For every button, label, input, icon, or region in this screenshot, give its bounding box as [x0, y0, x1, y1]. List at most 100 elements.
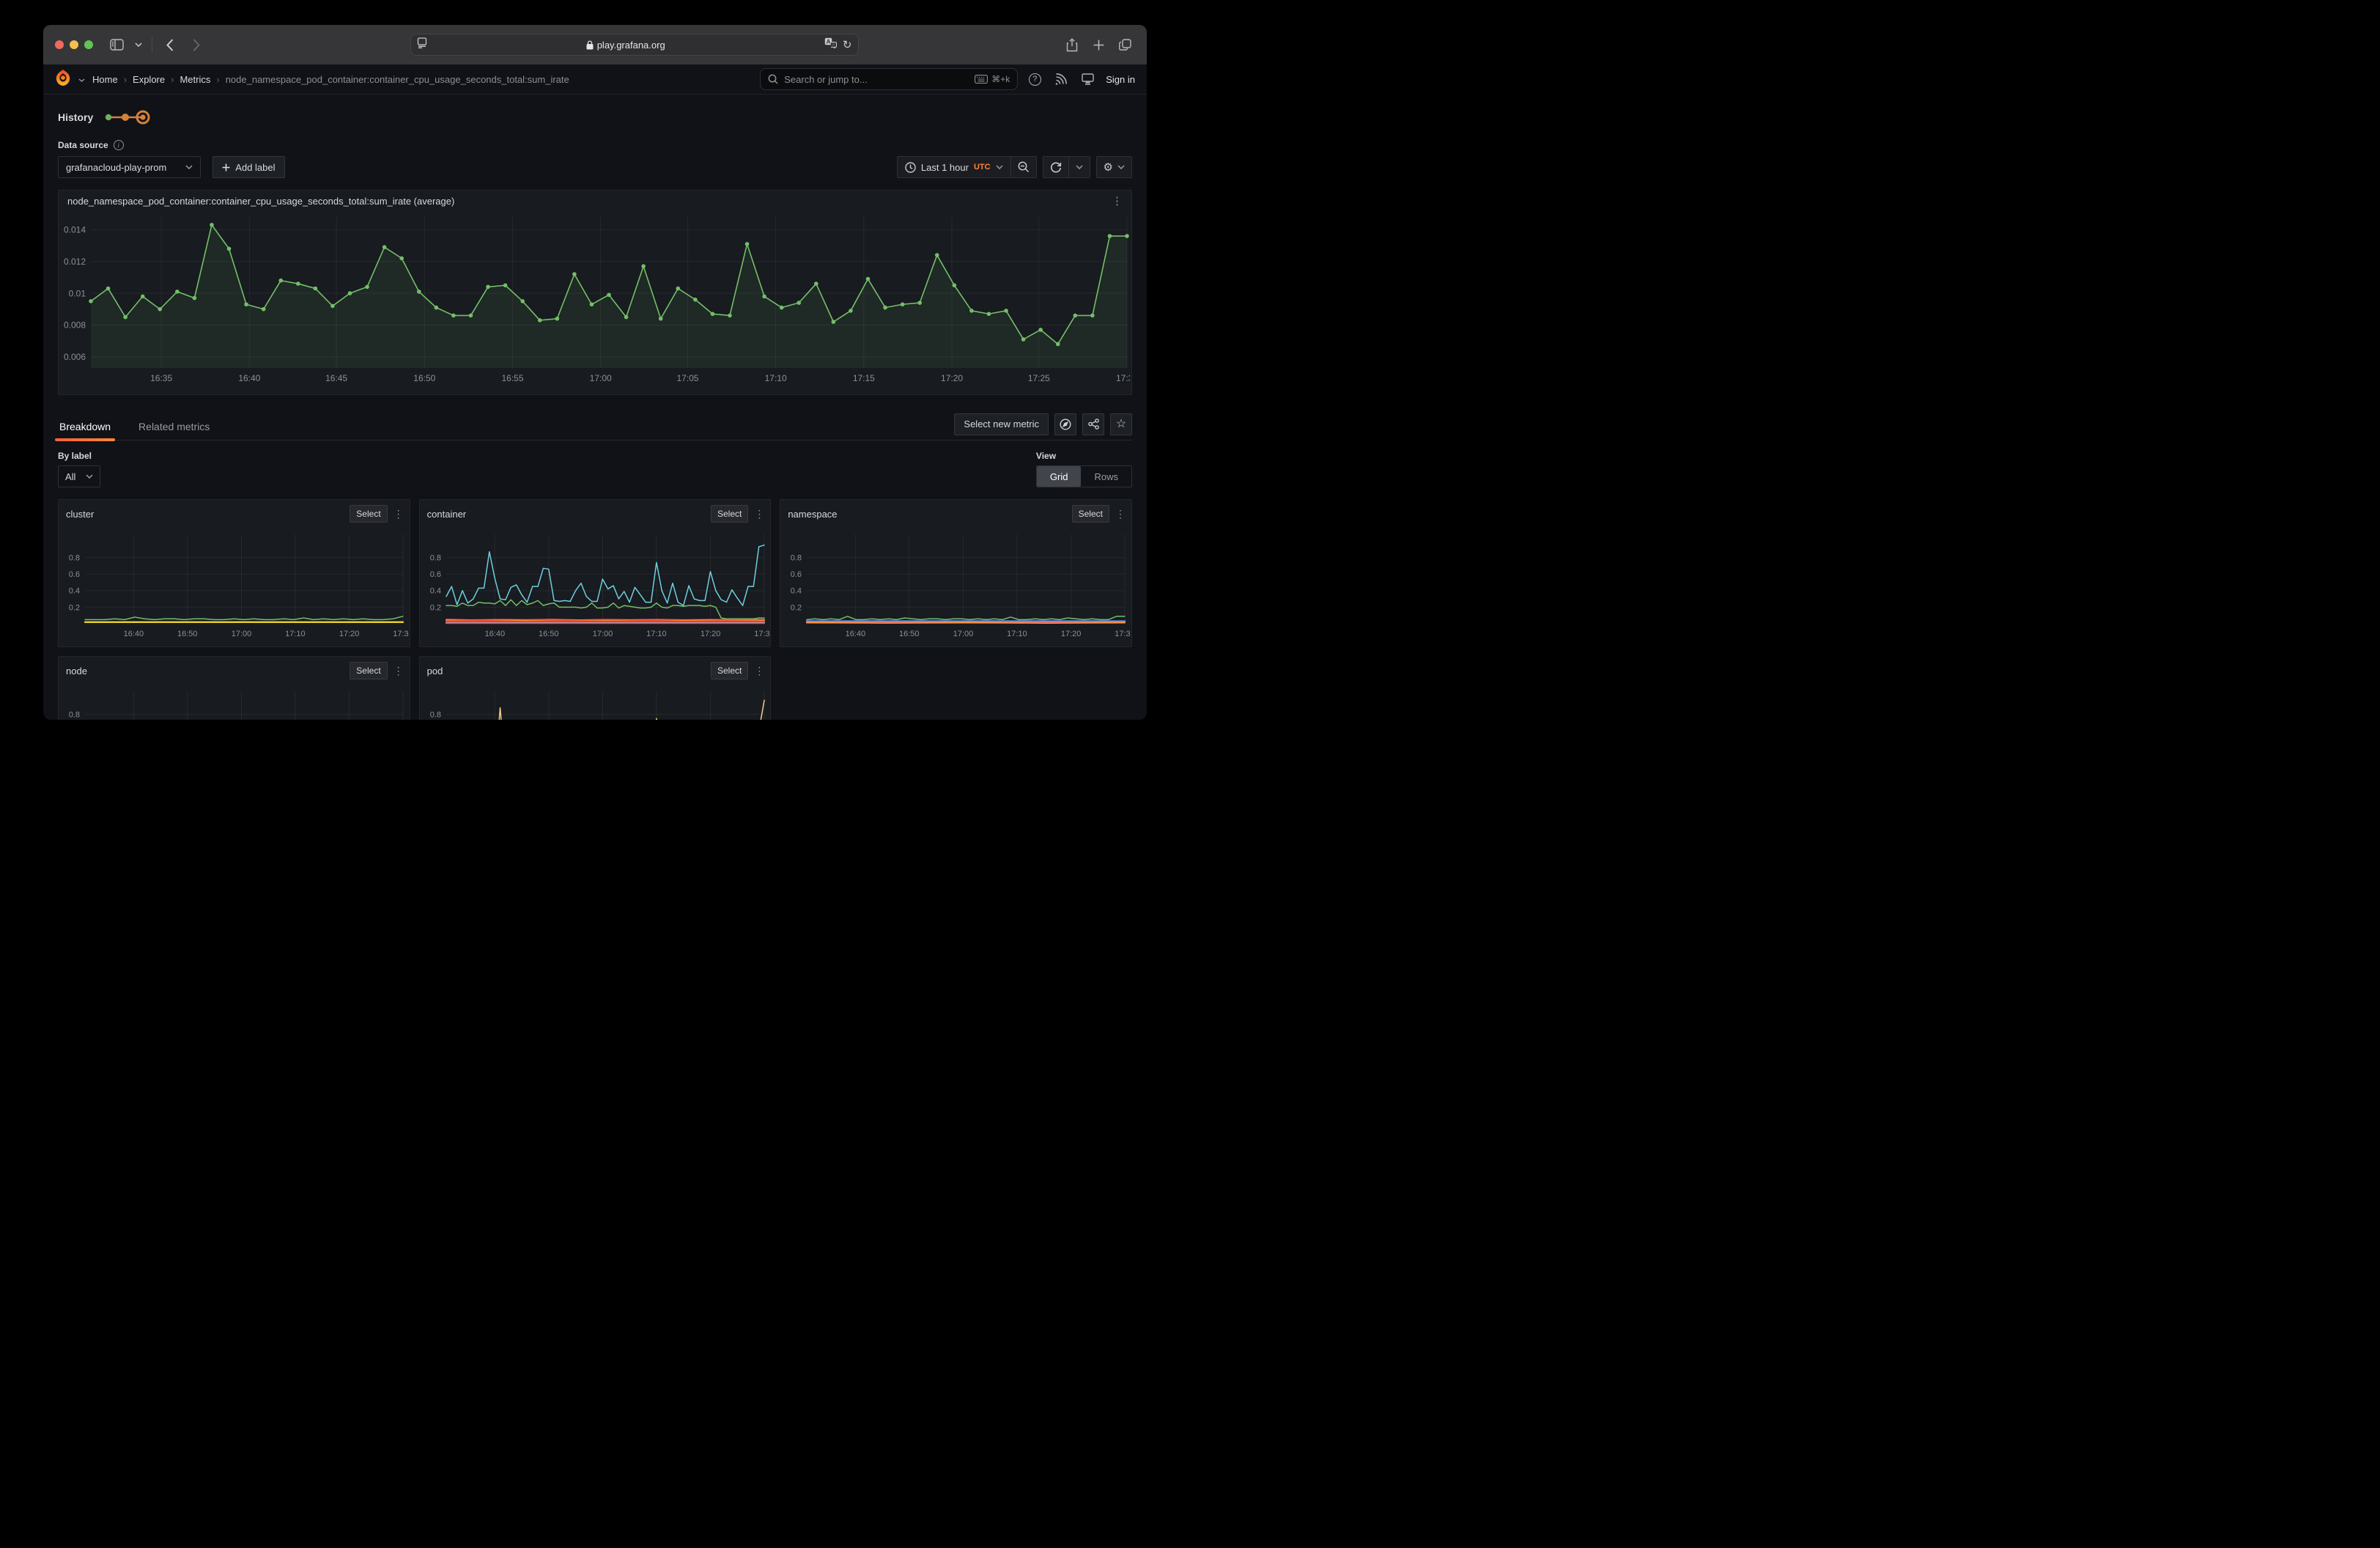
- container-chart[interactable]: 16:4016:5017:0017:1017:2017:300.80.60.40…: [420, 523, 770, 641]
- breadcrumb-separator: ›: [171, 74, 174, 85]
- svg-text:17:10: 17:10: [765, 373, 787, 383]
- history-step-1-dot: [106, 114, 111, 120]
- fullscreen-window-button[interactable]: [84, 40, 93, 49]
- info-icon[interactable]: i: [114, 140, 124, 150]
- refresh-button[interactable]: [1043, 157, 1068, 177]
- by-label-select[interactable]: All: [58, 465, 100, 487]
- add-label-button[interactable]: Add label: [212, 156, 284, 178]
- svg-text:0.8: 0.8: [69, 553, 80, 562]
- svg-text:17:00: 17:00: [953, 630, 974, 638]
- tab-related-metrics[interactable]: Related metrics: [137, 413, 211, 440]
- tabs-actions: Select new metric ☆: [954, 413, 1132, 440]
- data-source-select[interactable]: grafanacloud-play-prom: [58, 156, 201, 178]
- tabs-row: Breakdown Related metrics Select new met…: [58, 413, 1132, 441]
- svg-text:17:00: 17:00: [232, 630, 252, 638]
- explore-button[interactable]: [1054, 413, 1076, 435]
- svg-text:17:15: 17:15: [853, 373, 875, 383]
- panel-menu-icon[interactable]: ⋮: [754, 665, 764, 677]
- view-rows-option[interactable]: Rows: [1081, 466, 1131, 487]
- sidebar-chevron-icon[interactable]: [133, 34, 144, 55]
- bookmark-button[interactable]: ☆: [1110, 413, 1132, 435]
- by-label-group: By label All: [58, 451, 100, 487]
- search-input[interactable]: Search or jump to... ⌘+k: [760, 68, 1018, 90]
- lock-icon: [586, 40, 594, 50]
- share-metric-button[interactable]: [1082, 413, 1104, 435]
- select-new-metric-button[interactable]: Select new metric: [954, 413, 1049, 435]
- compass-icon: [1060, 419, 1071, 430]
- settings-button[interactable]: ⚙: [1097, 157, 1131, 177]
- svg-text:17:20: 17:20: [701, 630, 721, 638]
- cluster-chart[interactable]: 16:4016:5017:0017:1017:2017:300.80.60.40…: [59, 523, 409, 641]
- address-bar[interactable]: play.grafana.org A ☆ ↻: [410, 34, 859, 56]
- panel-title: node: [66, 666, 350, 677]
- svg-text:0.4: 0.4: [429, 587, 440, 596]
- forward-icon[interactable]: [186, 34, 207, 55]
- plus-icon: [222, 163, 230, 172]
- new-tab-icon[interactable]: [1088, 34, 1109, 55]
- reload-icon[interactable]: ↻: [843, 40, 852, 51]
- help-icon[interactable]: ?: [1025, 70, 1044, 89]
- pod-chart[interactable]: 16:4016:5017:0017:1017:2017:300.80.60.40…: [420, 679, 770, 720]
- tab-breakdown[interactable]: Breakdown: [58, 413, 112, 440]
- panel-menu-icon[interactable]: ⋮: [393, 508, 404, 520]
- svg-text:0.8: 0.8: [429, 710, 440, 719]
- svg-text:0.6: 0.6: [429, 570, 440, 579]
- chevron-down-icon: [996, 165, 1003, 169]
- breadcrumb: Home › Explore › Metrics › node_namespac…: [92, 74, 569, 85]
- select-button[interactable]: Select: [350, 505, 387, 523]
- svg-text:0.2: 0.2: [791, 603, 802, 612]
- close-window-button[interactable]: [55, 40, 64, 49]
- translate-icon[interactable]: A ☆: [824, 37, 837, 52]
- history-step-3-dot: [141, 114, 146, 119]
- svg-text:16:50: 16:50: [413, 373, 435, 383]
- svg-text:16:40: 16:40: [484, 630, 505, 638]
- select-button[interactable]: Select: [711, 505, 748, 523]
- svg-text:0.8: 0.8: [429, 553, 440, 562]
- view-grid-option[interactable]: Grid: [1037, 466, 1082, 487]
- main-metric-chart[interactable]: 16:3516:4016:4516:5016:5517:0017:0517:10…: [59, 208, 1130, 387]
- grafana-header: Home › Explore › Metrics › node_namespac…: [43, 64, 1147, 95]
- zoom-out-button[interactable]: [1011, 157, 1036, 177]
- active-tab-underline: [55, 438, 115, 441]
- panel-title: pod: [427, 666, 711, 677]
- breadcrumb-home[interactable]: Home: [92, 74, 118, 85]
- panel-menu-icon[interactable]: ⋮: [1112, 196, 1123, 207]
- time-range-picker[interactable]: Last 1 hour UTC: [898, 157, 1010, 177]
- node-chart[interactable]: 16:4016:5017:0017:1017:2017:300.80.60.40…: [59, 679, 409, 720]
- tab-overview-icon[interactable]: [1115, 34, 1135, 55]
- reader-icon[interactable]: [417, 37, 427, 52]
- svg-text:0.6: 0.6: [69, 570, 80, 579]
- org-chevron-icon[interactable]: [78, 73, 85, 86]
- back-icon[interactable]: [160, 34, 180, 55]
- panel-menu-icon[interactable]: ⋮: [393, 665, 404, 677]
- panel-menu-icon[interactable]: ⋮: [1115, 508, 1126, 520]
- select-button[interactable]: Select: [711, 662, 748, 679]
- breadcrumb-explore[interactable]: Explore: [133, 74, 165, 85]
- svg-text:17:30: 17:30: [1116, 373, 1130, 383]
- display-icon[interactable]: [1078, 70, 1097, 89]
- select-button[interactable]: Select: [1072, 505, 1109, 523]
- by-label-label: By label: [58, 451, 100, 461]
- breadcrumb-metrics[interactable]: Metrics: [180, 74, 210, 85]
- sidebar-toggle-icon[interactable]: [106, 34, 127, 55]
- grafana-logo[interactable]: [55, 69, 71, 90]
- svg-text:17:00: 17:00: [590, 373, 612, 383]
- panel-menu-icon[interactable]: ⋮: [754, 508, 764, 520]
- sign-in-button[interactable]: Sign in: [1106, 74, 1135, 85]
- svg-text:0.012: 0.012: [64, 257, 86, 267]
- rss-news-icon[interactable]: [1052, 70, 1071, 89]
- svg-text:17:10: 17:10: [285, 630, 306, 638]
- settings-group: ⚙: [1096, 156, 1132, 178]
- keyboard-icon: [975, 75, 988, 84]
- svg-text:17:10: 17:10: [1007, 630, 1027, 638]
- main-metric-panel: node_namespace_pod_container:container_c…: [58, 190, 1132, 395]
- refresh-interval-dropdown[interactable]: [1069, 157, 1090, 177]
- svg-text:0.006: 0.006: [64, 352, 86, 362]
- share-icon[interactable]: [1062, 34, 1082, 55]
- select-button[interactable]: Select: [350, 662, 387, 679]
- history-timeline[interactable]: [103, 109, 152, 125]
- namespace-chart[interactable]: 16:4016:5017:0017:1017:2017:300.80.60.40…: [780, 523, 1131, 641]
- metrics-explorer-content: History Data source i grafanacloud-play-…: [43, 109, 1147, 720]
- minimize-window-button[interactable]: [70, 40, 78, 49]
- data-source-label-row: Data source i: [58, 140, 1132, 150]
